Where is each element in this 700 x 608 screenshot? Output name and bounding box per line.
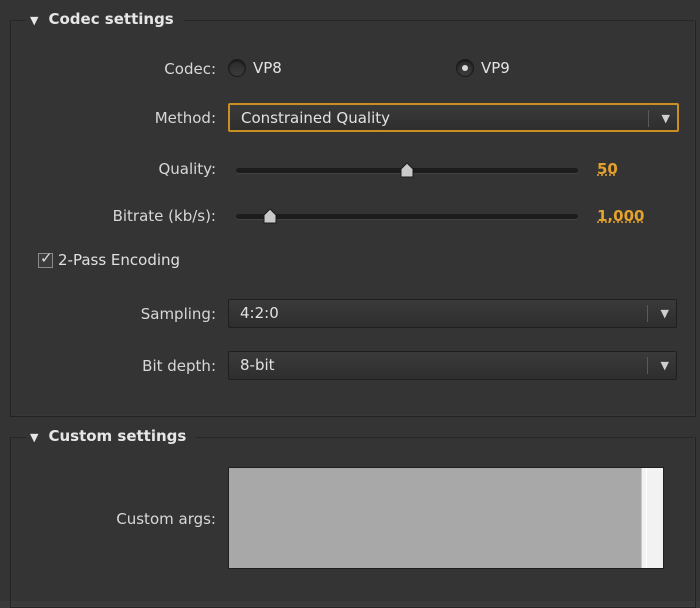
codec-settings-header[interactable]: ▼ Codec settings — [26, 9, 184, 31]
checkmark-icon: ✓ — [40, 249, 53, 267]
chevron-down-icon: ▼ — [660, 359, 669, 372]
method-label: Method: — [154, 109, 216, 127]
method-value: Constrained Quality — [241, 109, 391, 127]
custom-args-textarea[interactable] — [228, 467, 664, 569]
dropdown-separator — [648, 110, 649, 127]
codec-option-vp8: VP8 — [253, 59, 282, 77]
custom-args-label: Custom args: — [116, 510, 216, 528]
sampling-value: 4:2:0 — [240, 304, 279, 322]
bitrate-slider-thumb[interactable] — [263, 208, 277, 224]
chevron-down-icon: ▼ — [661, 112, 670, 125]
two-pass-checkbox[interactable]: ✓ — [38, 249, 53, 268]
codec-settings-title: Codec settings — [48, 10, 174, 28]
dropdown-separator — [647, 305, 648, 322]
codec-radio-vp9[interactable]: VP9 — [456, 59, 510, 77]
bit-depth-value: 8-bit — [240, 356, 275, 374]
codec-radio-vp8[interactable]: VP8 — [228, 59, 282, 77]
vertical-scrollbar[interactable] — [641, 468, 663, 568]
codec-option-vp9: VP9 — [481, 59, 510, 77]
codec-label: Codec: — [164, 60, 216, 78]
method-dropdown[interactable]: Constrained Quality ▼ — [228, 103, 679, 132]
quality-label: Quality: — [158, 160, 216, 178]
custom-settings-header[interactable]: ▼ Custom settings — [26, 426, 197, 448]
two-pass-label[interactable]: 2-Pass Encoding — [58, 250, 180, 270]
bitrate-label: Bitrate (kb/s): — [112, 207, 216, 225]
radio-unselected-icon — [228, 59, 246, 77]
custom-settings-title: Custom settings — [48, 427, 187, 445]
radio-selected-icon — [456, 59, 474, 77]
chevron-down-icon: ▼ — [660, 307, 669, 320]
triangle-down-icon: ▼ — [30, 14, 39, 27]
sampling-label: Sampling: — [140, 305, 216, 323]
bit-depth-dropdown[interactable]: 8-bit ▼ — [228, 351, 677, 380]
dropdown-separator — [647, 357, 648, 374]
bit-depth-label: Bit depth: — [142, 357, 216, 375]
codec-settings-panel: ▼ Codec settings Codec: VP8 VP9 Method: C… — [0, 0, 700, 608]
quality-slider[interactable] — [236, 162, 578, 178]
quality-value[interactable]: 50 — [597, 159, 618, 179]
bitrate-value[interactable]: 1,000 — [597, 206, 644, 226]
sampling-dropdown[interactable]: 4:2:0 ▼ — [228, 299, 677, 328]
quality-slider-thumb[interactable] — [400, 162, 414, 178]
triangle-down-icon: ▼ — [30, 431, 39, 444]
bitrate-slider[interactable] — [236, 208, 578, 224]
